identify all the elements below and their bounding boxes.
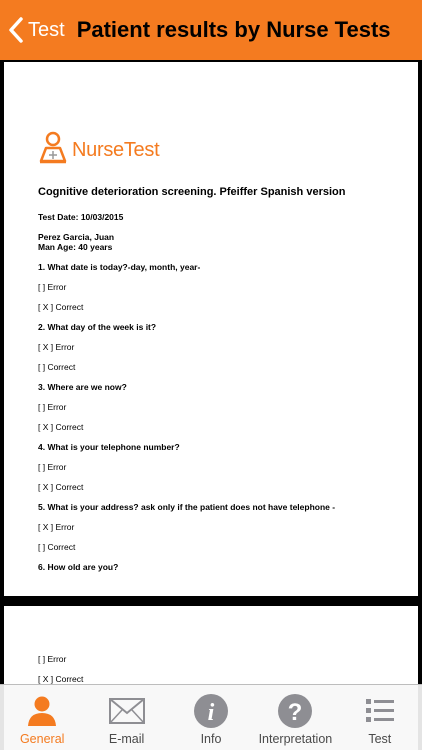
tab-info[interactable]: i Info [169,685,253,750]
question-5: 5. What is your address? ask only if the… [38,502,336,512]
page-2-answers: [ ] Error [ X ] Correct [38,654,83,684]
page-title: Patient results by Nurse Tests [76,17,391,42]
answer-1-correct: [ X ] Correct [38,302,84,312]
person-icon [25,692,59,730]
answer-2-error: [ X ] Error [38,342,75,352]
question-icon: ? [277,692,313,730]
answer-5-error: [ X ] Error [38,522,75,532]
answer-4-correct: [ X ] Correct [38,482,84,492]
question-3: 3. Where are we now? [38,382,127,392]
tab-email[interactable]: E-mail [84,685,168,750]
list-icon [365,692,395,730]
answer-6-correct: [ X ] Correct [38,674,84,684]
document-title: Cognitive deterioration screening. Pfeif… [38,186,346,198]
answer-5-correct: [ ] Correct [38,542,76,552]
svg-text:i: i [208,700,215,726]
tab-general[interactable]: General [0,685,84,750]
tab-info-label: Info [200,732,222,746]
logo-text: NurseTest [72,138,160,161]
tab-interpretation-label: Interpretation [258,732,333,746]
question-4: 4. What is your telephone number? [38,442,180,452]
patient-info: Man Age: 40 years [38,242,113,252]
document-page[interactable]: NurseTest Cognitive deterioration screen… [4,62,418,596]
answer-3-correct: [ X ] Correct [38,422,84,432]
chevron-left-icon [8,16,24,44]
tab-test-label: Test [368,732,392,746]
navigation-bar: Test Patient results by Nurse Tests [0,0,422,60]
back-button[interactable]: Test [0,16,65,44]
nurse-logo-icon [38,131,68,170]
tab-interpretation[interactable]: ? Interpretation [253,685,337,750]
test-date: Test Date: 10/03/2015 [38,212,124,222]
answer-1-error: [ ] Error [38,282,67,292]
question-6: 6. How old are you? [38,562,119,572]
answer-6-error: [ ] Error [38,654,67,664]
tab-general-label: General [19,732,65,746]
envelope-icon [108,692,145,730]
tab-email-label: E-mail [108,732,145,746]
tab-test[interactable]: Test [338,685,422,750]
info-icon: i [193,692,229,730]
question-2: 2. What day of the week is it? [38,322,157,332]
answer-2-correct: [ ] Correct [38,362,76,372]
nursetest-logo: NurseTest [38,131,398,170]
question-1: 1. What date is today?-day, month, year- [38,262,201,272]
back-button-label: Test [28,18,65,41]
answer-3-error: [ ] Error [38,402,67,412]
answer-4-error: [ ] Error [38,462,67,472]
tab-bar: General E-mail i Info ? Interpretation T… [0,684,422,750]
document-content: NurseTest Cognitive deterioration screen… [38,131,398,572]
patient-name: Perez Garcia, Juan [38,232,115,242]
svg-text:?: ? [288,699,303,726]
